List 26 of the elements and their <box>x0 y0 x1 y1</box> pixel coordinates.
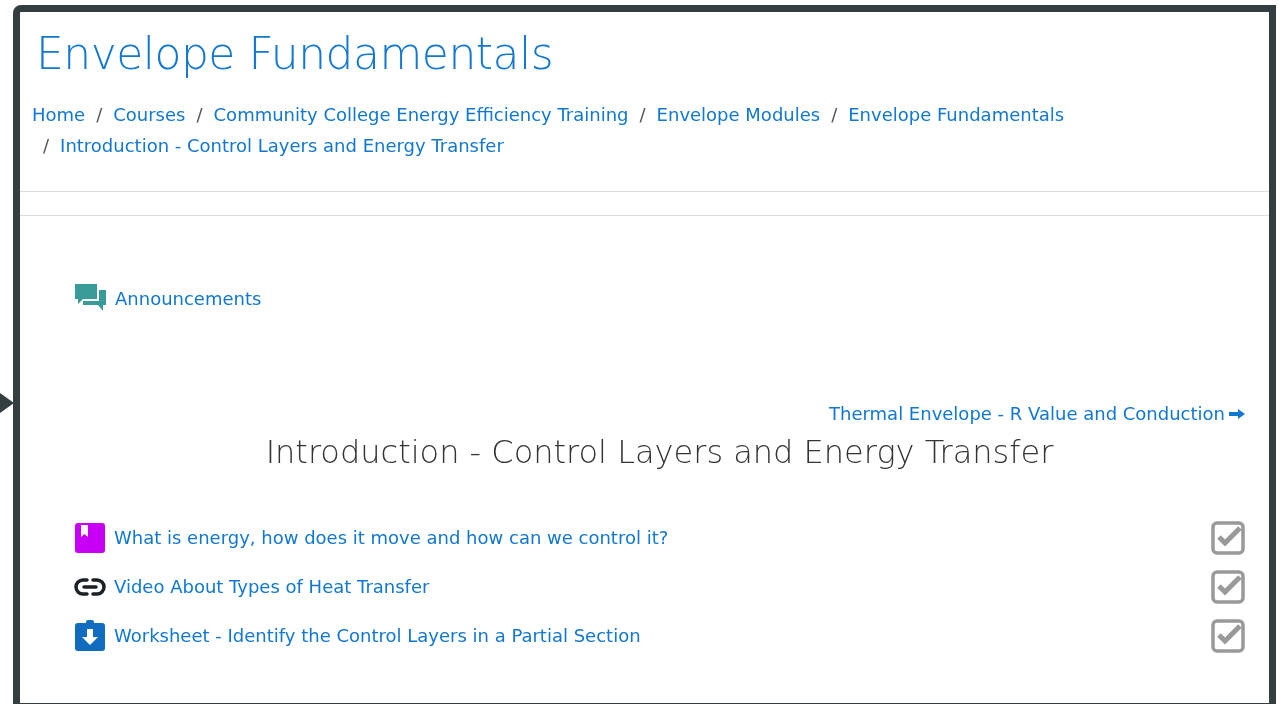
breadcrumb-separator: / <box>196 104 203 125</box>
activity-link[interactable]: What is energy, how does it move and how can we control it? <box>114 527 669 548</box>
breadcrumb-link[interactable]: Envelope Fundamentals <box>848 104 1065 125</box>
breadcrumb-link[interactable]: Introduction - Control Layers and Energy Transfer <box>60 135 504 156</box>
activity-link[interactable]: Worksheet - Identify the Control Layers in a Partial Section <box>114 625 641 646</box>
page-title: Envelope Fundamentals <box>36 27 555 81</box>
arrow-right-icon <box>1229 408 1245 419</box>
clipboard-download-icon <box>74 619 106 652</box>
bookmark-page-icon <box>74 521 106 554</box>
checked-box-icon[interactable] <box>1211 618 1245 653</box>
next-section-link[interactable]: Thermal Envelope - R Value and Conduction <box>829 403 1245 424</box>
chat-bubbles-icon <box>74 283 107 313</box>
breadcrumb-separator: / <box>43 135 50 156</box>
section-title: Introduction - Control Layers and Energy Transfer <box>264 432 1055 472</box>
breadcrumb-separator: / <box>96 104 103 125</box>
breadcrumb-link[interactable]: Envelope Modules <box>656 104 821 125</box>
breadcrumb-link[interactable]: Courses <box>113 104 186 125</box>
link-icon <box>74 576 106 597</box>
checked-box-icon[interactable] <box>1211 569 1245 604</box>
announcements-link[interactable]: Announcements <box>115 287 262 309</box>
breadcrumb-separator: / <box>639 104 646 125</box>
checked-box-icon[interactable] <box>1211 520 1245 555</box>
activity-link[interactable]: Video About Types of Heat Transfer <box>114 576 430 597</box>
breadcrumb-link[interactable]: Home <box>32 104 86 125</box>
breadcrumb-separator: / <box>831 104 838 125</box>
breadcrumb-link[interactable]: Community College Energy Efficiency Training <box>213 104 629 125</box>
